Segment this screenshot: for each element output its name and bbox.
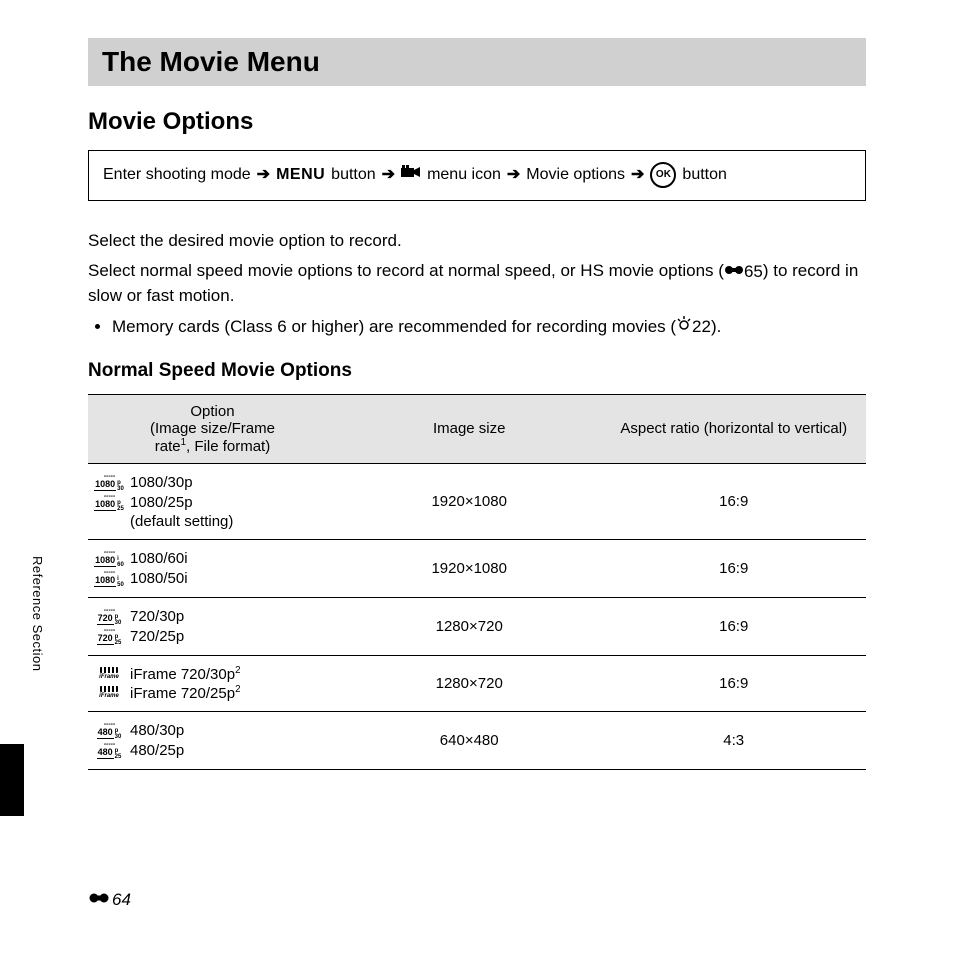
table-row: - - - - -720p30 720/30p - - - - -720p25 720… bbox=[88, 597, 866, 655]
p2-ref-num: 65 bbox=[744, 260, 763, 285]
table-heading: Normal Speed Movie Options bbox=[88, 360, 866, 382]
resolution-chip-icon: - - - - -1080i50 bbox=[94, 569, 124, 588]
iframe-chip-icon: iFrame bbox=[94, 667, 124, 680]
option-line: - - - - -720p30 720/30p bbox=[94, 607, 327, 626]
section-title-bar: The Movie Menu bbox=[88, 38, 866, 86]
movie-options-table: Option (Image size/Frame rate1, File for… bbox=[88, 394, 866, 770]
cell-aspect-ratio: 16:9 bbox=[601, 597, 866, 655]
table-row: - - - - -480p30 480/30p - - - - -480p25 480… bbox=[88, 711, 866, 769]
option-line: iFrame iFrame 720/30p2 bbox=[94, 665, 327, 683]
ok-button-icon: OK bbox=[650, 162, 676, 188]
bullet1-a: Memory cards (Class 6 or higher) are rec… bbox=[112, 317, 676, 336]
resolution-chip-icon: - - - - -1080p30 bbox=[94, 473, 124, 492]
nav-movie-options: Movie options bbox=[526, 161, 625, 190]
option-line: - - - - -480p25 480/25p bbox=[94, 741, 327, 760]
iframe-chip-icon: iFrame bbox=[94, 686, 124, 699]
arrow-icon: ➔ bbox=[507, 161, 520, 190]
h1-l2b: rate bbox=[155, 438, 181, 455]
movie-camera-icon bbox=[401, 161, 421, 190]
option-line: - - - - -1080i60 1080/60i bbox=[94, 549, 327, 568]
arrow-icon: ➔ bbox=[382, 161, 395, 190]
arrow-icon: ➔ bbox=[631, 161, 644, 190]
nav-step-start: Enter shooting mode bbox=[103, 161, 251, 190]
table-row: iFrame iFrame 720/30p2 iFrame iFrame 720/25… bbox=[88, 655, 866, 711]
col-header-image-size: Image size bbox=[337, 394, 602, 463]
subsection-title: Movie Options bbox=[88, 108, 866, 136]
cell-aspect-ratio: 16:9 bbox=[601, 539, 866, 597]
page-number: 64 bbox=[88, 890, 131, 910]
resolution-chip-icon: - - - - -1080i60 bbox=[94, 549, 124, 568]
nav-word-button-2: button bbox=[682, 161, 726, 190]
cross-ref-link[interactable]: 65 bbox=[724, 260, 763, 285]
cross-ref-link[interactable]: 22 bbox=[676, 315, 711, 340]
cell-image-size: 1920×1080 bbox=[337, 463, 602, 539]
option-line: - - - - -720p25 720/25p bbox=[94, 627, 327, 646]
option-label: 480/30p bbox=[130, 722, 184, 739]
resolution-chip-icon: - - - - -480p25 bbox=[94, 741, 124, 760]
option-label: 1080/50i bbox=[130, 570, 188, 587]
h1-l2a: (Image size/Frame bbox=[150, 420, 275, 437]
option-label: 720/30p bbox=[130, 608, 184, 625]
option-line: - - - - -480p30 480/30p bbox=[94, 721, 327, 740]
option-note: (default setting) bbox=[94, 513, 327, 530]
cell-option: - - - - -480p30 480/30p - - - - -480p25 480… bbox=[88, 711, 337, 769]
table-row: - - - - -1080i60 1080/60i - - - - -1080i50… bbox=[88, 539, 866, 597]
cell-image-size: 1920×1080 bbox=[337, 539, 602, 597]
lightbulb-icon bbox=[676, 315, 692, 340]
section-title: The Movie Menu bbox=[102, 46, 852, 78]
cell-option: iFrame iFrame 720/30p2 iFrame iFrame 720/25… bbox=[88, 655, 337, 711]
cell-option: - - - - -1080p30 1080/30p - - - - -1080p25… bbox=[88, 463, 337, 539]
paragraph-1: Select the desired movie option to recor… bbox=[88, 229, 866, 254]
option-line: - - - - -1080p30 1080/30p bbox=[94, 473, 327, 492]
cell-option: - - - - -720p30 720/30p - - - - -720p25 720… bbox=[88, 597, 337, 655]
bullet-list: Memory cards (Class 6 or higher) are rec… bbox=[88, 315, 866, 340]
cell-image-size: 1280×720 bbox=[337, 655, 602, 711]
resolution-chip-icon: - - - - -720p30 bbox=[94, 607, 124, 626]
option-label: 1080/30p bbox=[130, 474, 193, 491]
cell-aspect-ratio: 16:9 bbox=[601, 655, 866, 711]
option-label: 480/25p bbox=[130, 742, 184, 759]
cell-aspect-ratio: 4:3 bbox=[601, 711, 866, 769]
option-label: iFrame 720/30p2 bbox=[130, 665, 241, 683]
option-line: - - - - -1080i50 1080/50i bbox=[94, 569, 327, 588]
page-number-value: 64 bbox=[112, 890, 131, 910]
h1-l2c: , File format) bbox=[186, 438, 270, 455]
menu-button-label: MENU bbox=[276, 161, 325, 190]
side-tab-marker bbox=[0, 744, 24, 816]
bullet-item-1: Memory cards (Class 6 or higher) are rec… bbox=[112, 315, 866, 340]
body-text: Select the desired movie option to recor… bbox=[88, 229, 866, 309]
resolution-chip-icon: - - - - -1080p25 bbox=[94, 493, 124, 512]
bullet1-b: ). bbox=[711, 317, 721, 336]
option-label: 720/25p bbox=[130, 628, 184, 645]
cell-image-size: 1280×720 bbox=[337, 597, 602, 655]
option-label: 1080/25p bbox=[130, 494, 193, 511]
link-icon bbox=[88, 890, 110, 910]
nav-word-button-1: button bbox=[331, 161, 375, 190]
p2-part-a: Select normal speed movie options to rec… bbox=[88, 261, 724, 280]
paragraph-2: Select normal speed movie options to rec… bbox=[88, 259, 866, 308]
col-header-option: Option (Image size/Frame rate1, File for… bbox=[88, 394, 337, 463]
nav-word-menu-icon: menu icon bbox=[427, 161, 501, 190]
cell-aspect-ratio: 16:9 bbox=[601, 463, 866, 539]
link-icon bbox=[724, 260, 744, 285]
bullet1-ref: 22 bbox=[692, 315, 711, 340]
navigation-path-box: Enter shooting mode ➔ MENU button ➔ menu… bbox=[88, 150, 866, 201]
arrow-icon: ➔ bbox=[257, 161, 270, 190]
col-header-aspect-ratio: Aspect ratio (horizontal to vertical) bbox=[601, 394, 866, 463]
option-line: - - - - -1080p25 1080/25p bbox=[94, 493, 327, 512]
option-line: iFrame iFrame 720/25p2 bbox=[94, 684, 327, 702]
option-label: iFrame 720/25p2 bbox=[130, 684, 241, 702]
side-tab-label: Reference Section bbox=[30, 556, 45, 671]
resolution-chip-icon: - - - - -720p25 bbox=[94, 627, 124, 646]
cell-image-size: 640×480 bbox=[337, 711, 602, 769]
option-label: 1080/60i bbox=[130, 550, 188, 567]
h1-l1: Option bbox=[190, 403, 234, 420]
table-row: - - - - -1080p30 1080/30p - - - - -1080p25… bbox=[88, 463, 866, 539]
cell-option: - - - - -1080i60 1080/60i - - - - -1080i50… bbox=[88, 539, 337, 597]
resolution-chip-icon: - - - - -480p30 bbox=[94, 721, 124, 740]
